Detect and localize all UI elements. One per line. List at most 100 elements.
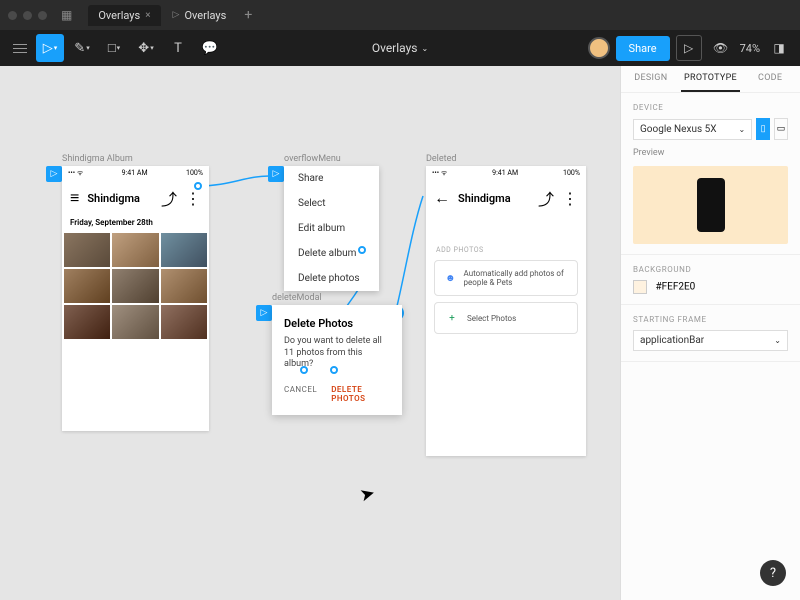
modal-title: Delete Photos [284, 317, 390, 330]
photo-thumb [112, 233, 158, 267]
present-button[interactable]: ▷ [676, 35, 702, 61]
app-title: Shindigma [458, 192, 530, 205]
frame-delete-modal[interactable]: Delete Photos Do you want to delete all … [272, 305, 402, 415]
tab-code[interactable]: CODE [740, 66, 800, 92]
photo-thumb [112, 269, 158, 303]
close-icon[interactable] [8, 11, 17, 20]
background-label: BACKGROUND [633, 265, 788, 274]
starting-frame-select[interactable]: applicationBar ⌄ [633, 330, 788, 351]
frame-label[interactable]: Deleted [426, 154, 456, 164]
traffic-lights [8, 11, 47, 20]
frame-label[interactable]: deleteModal [272, 293, 322, 303]
chevron-down-icon: ⌄ [774, 336, 781, 345]
panel-toggle-icon[interactable]: ◨ [766, 35, 792, 61]
zoom-level[interactable]: 74% [740, 42, 760, 55]
window-titlebar: ▦ Overlays × ▷ Overlays + [0, 0, 800, 30]
overflow-icon: ⋮ [185, 189, 201, 208]
vector-tool[interactable]: ✥▾ [132, 34, 160, 62]
close-icon[interactable]: × [145, 10, 150, 21]
device-label: DEVICE [633, 103, 788, 112]
status-time: 9:41 AM [492, 169, 518, 177]
view-settings-button[interactable]: 👁 [708, 35, 734, 61]
photo-thumb [161, 269, 207, 303]
orientation-landscape[interactable]: ▭ [774, 118, 788, 140]
section-label: ADD PHOTOS [426, 246, 586, 254]
starting-frame-label: STARTING FRAME [633, 315, 788, 324]
modal-body: Do you want to delete all 11 photos from… [284, 336, 390, 371]
frame-overflow-menu[interactable]: Share Select Edit album Delete album Del… [284, 166, 379, 291]
status-battery: 100% [563, 169, 580, 177]
photo-thumb [161, 233, 207, 267]
document-tabs: Overlays × ▷ Overlays + [88, 5, 258, 26]
signal-icon: ••• ᯤ [68, 169, 83, 178]
toolbar: ▷▾ ✎▾ □▾ ✥▾ T 💬 Overlays ⌄ Share ▷ 👁 74%… [0, 30, 800, 66]
menu-button[interactable] [8, 37, 32, 60]
status-bar: ••• ᯤ 9:41 AM 100% [426, 166, 586, 180]
chevron-down-icon: ⌄ [738, 125, 745, 134]
tab-overlays-1[interactable]: Overlays × [88, 5, 160, 26]
tab-design[interactable]: DESIGN [621, 66, 681, 92]
connection-node[interactable] [300, 366, 308, 374]
comment-tool[interactable]: 💬 [196, 34, 224, 62]
prototype-start-badge[interactable]: ▷ [46, 166, 62, 182]
menu-item-delete-album: Delete album [284, 241, 379, 266]
tab-overlays-2[interactable]: ▷ Overlays [163, 5, 237, 26]
device-preview [633, 166, 788, 244]
frame-label[interactable]: overflowMenu [284, 154, 341, 164]
add-tab-button[interactable]: + [238, 7, 258, 23]
menu-item-share: Share [284, 166, 379, 191]
auto-add-row: ☻ Automatically add photos of people & P… [434, 260, 578, 296]
app-title: Shindigma [87, 192, 153, 205]
delete-button: DELETE PHOTOS [331, 385, 390, 403]
pen-tool[interactable]: ✎▾ [68, 34, 96, 62]
back-icon: ← [434, 188, 450, 208]
shape-tool[interactable]: □▾ [100, 34, 128, 62]
text-tool[interactable]: T [164, 34, 192, 62]
move-tool[interactable]: ▷▾ [36, 34, 64, 62]
cancel-button: CANCEL [284, 385, 317, 403]
frame-shindigma-album[interactable]: ••• ᯤ 9:41 AM 100% ≡ Shindigma ⤴ ⋮ Frida… [62, 166, 209, 431]
photo-thumb [161, 305, 207, 339]
connection-node[interactable] [330, 366, 338, 374]
connection-node[interactable] [358, 246, 366, 254]
minimize-icon[interactable] [23, 11, 32, 20]
document-title[interactable]: Overlays ⌄ [372, 41, 428, 55]
chevron-down-icon: ⌄ [421, 44, 428, 53]
status-time: 9:41 AM [122, 169, 148, 177]
color-swatch [633, 280, 647, 294]
photo-thumb [64, 305, 110, 339]
user-avatar[interactable] [588, 37, 610, 59]
canvas[interactable]: Shindigma Album ▷ ••• ᯤ 9:41 AM 100% ≡ S… [0, 66, 620, 600]
album-date: Friday, September 28th [62, 216, 209, 233]
menu-item-delete-photos: Delete photos [284, 266, 379, 291]
frame-badge[interactable]: ▷ [256, 305, 272, 321]
background-color-field[interactable]: #FEF2E0 [633, 280, 788, 294]
tab-label: Overlays [98, 9, 140, 22]
properties-panel: DESIGN PROTOTYPE CODE DEVICE Google Nexu… [620, 66, 800, 600]
status-bar: ••• ᯤ 9:41 AM 100% [62, 166, 209, 180]
status-battery: 100% [186, 169, 203, 177]
play-icon: ▷ [173, 10, 180, 20]
share-icon: ⤴ [538, 186, 554, 210]
frame-label[interactable]: Shindigma Album [62, 154, 133, 164]
connection-node[interactable] [194, 182, 202, 190]
photo-thumb [112, 305, 158, 339]
phone-icon [697, 178, 725, 232]
plus-icon: + [445, 311, 459, 325]
cursor-icon: ➤ [358, 482, 378, 506]
preview-label: Preview [633, 148, 788, 158]
frame-badge[interactable]: ▷ [268, 166, 284, 182]
menu-item-select: Select [284, 191, 379, 216]
signal-icon: ••• ᯤ [432, 169, 447, 178]
device-select[interactable]: Google Nexus 5X ⌄ [633, 119, 752, 140]
maximize-icon[interactable] [38, 11, 47, 20]
home-icon[interactable]: ▦ [61, 8, 72, 22]
photo-thumb [64, 269, 110, 303]
frame-deleted[interactable]: ••• ᯤ 9:41 AM 100% ← Shindigma ⤴ ⋮ ADD P… [426, 166, 586, 456]
menu-icon: ≡ [70, 188, 79, 208]
orientation-portrait[interactable]: ▯ [756, 118, 770, 140]
share-button[interactable]: Share [616, 36, 670, 61]
tab-prototype[interactable]: PROTOTYPE [681, 66, 741, 92]
menu-item-edit: Edit album [284, 216, 379, 241]
help-button[interactable]: ? [760, 560, 786, 586]
